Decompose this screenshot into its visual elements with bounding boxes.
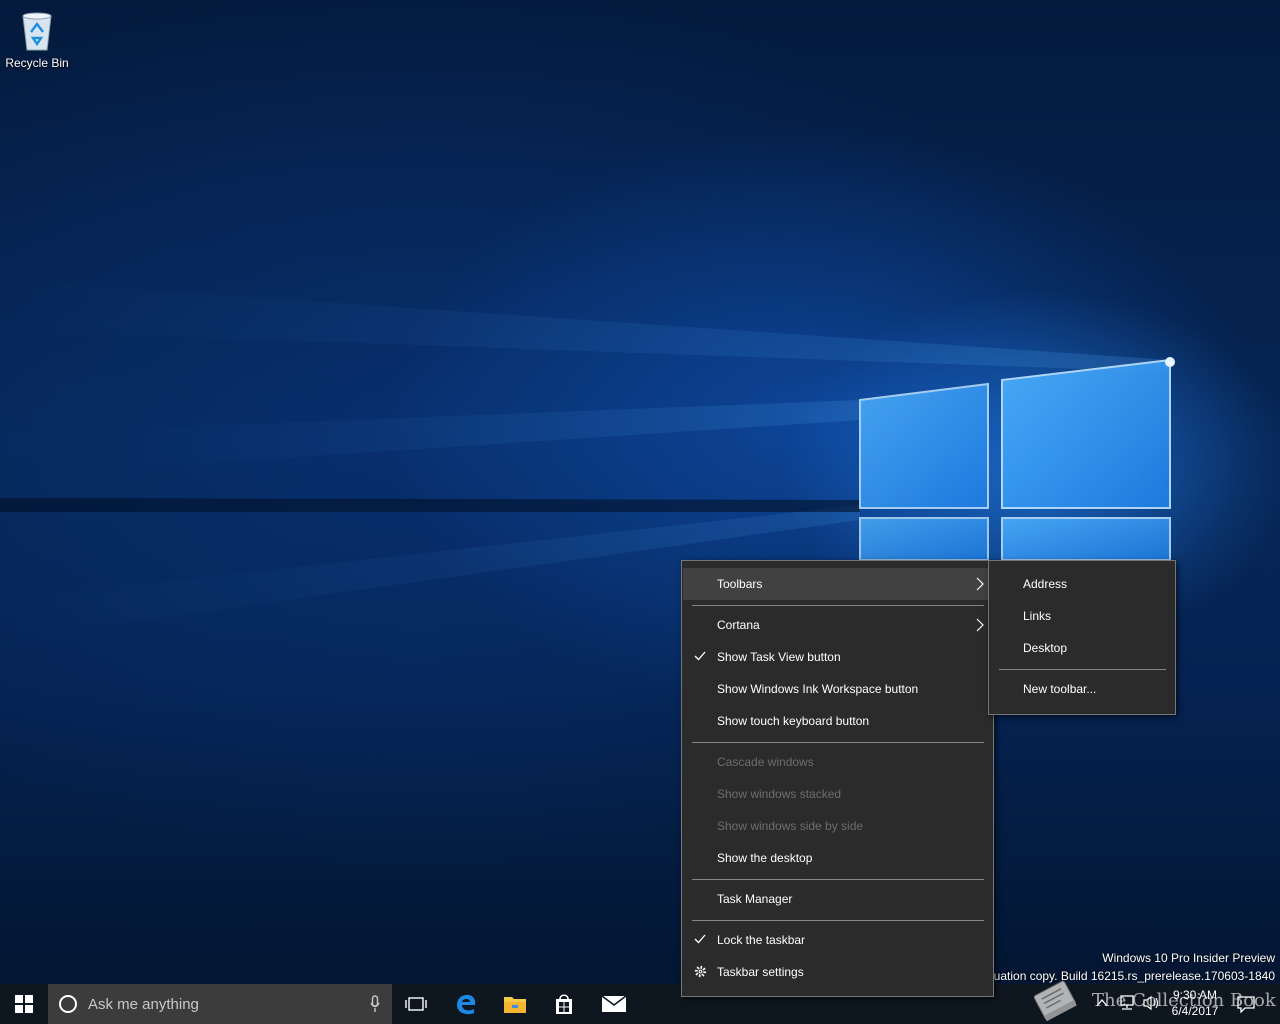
toolbars-submenu: Address Links Desktop New toolbar... bbox=[988, 560, 1176, 715]
mail-button[interactable] bbox=[590, 984, 638, 1024]
desktop[interactable]: Recycle Bin Windows 10 Pro Insider Previ… bbox=[0, 0, 1280, 984]
submenu-item-links-label: Links bbox=[1023, 609, 1052, 623]
menu-item-show-ink-workspace[interactable]: Show Windows Ink Workspace button bbox=[683, 673, 992, 705]
menu-separator bbox=[692, 605, 984, 606]
menu-item-taskbar-settings[interactable]: Taskbar settings bbox=[683, 956, 992, 988]
menu-item-cascade-windows-label: Cascade windows bbox=[717, 755, 814, 769]
menu-item-windows-side-by-side: Show windows side by side bbox=[683, 810, 992, 842]
chevron-up-icon[interactable] bbox=[1095, 996, 1109, 1010]
start-icon bbox=[15, 995, 33, 1013]
network-icon[interactable] bbox=[1118, 995, 1136, 1011]
task-view-icon bbox=[405, 997, 427, 1011]
menu-item-show-ink-workspace-label: Show Windows Ink Workspace button bbox=[717, 682, 919, 696]
microphone-icon[interactable] bbox=[370, 995, 380, 1013]
task-view-button[interactable] bbox=[392, 984, 440, 1024]
menu-item-cortana[interactable]: Cortana bbox=[683, 609, 992, 641]
menu-item-show-desktop[interactable]: Show the desktop bbox=[683, 842, 992, 874]
menu-item-lock-taskbar-label: Lock the taskbar bbox=[717, 933, 806, 947]
edge-icon bbox=[457, 994, 476, 1015]
clock-date: 6/4/2017 bbox=[1171, 1004, 1219, 1018]
clock-time: 9:30 AM bbox=[1172, 988, 1218, 1002]
menu-item-task-manager[interactable]: Task Manager bbox=[683, 883, 992, 915]
gear-icon bbox=[694, 965, 707, 978]
submenu-item-new-toolbar-label: New toolbar... bbox=[1023, 682, 1097, 696]
submenu-item-new-toolbar[interactable]: New toolbar... bbox=[990, 673, 1174, 705]
search-box[interactable]: Ask me anything bbox=[48, 984, 392, 1024]
search-input[interactable]: Ask me anything bbox=[88, 996, 199, 1013]
menu-item-task-manager-label: Task Manager bbox=[717, 892, 793, 906]
watermark-edition: Windows 10 Pro Insider Preview bbox=[1102, 951, 1275, 965]
menu-separator bbox=[692, 920, 984, 921]
menu-separator bbox=[999, 669, 1166, 670]
menu-item-windows-stacked-label: Show windows stacked bbox=[717, 787, 842, 801]
file-explorer-icon bbox=[504, 997, 526, 1013]
menu-separator bbox=[692, 879, 984, 880]
submenu-item-desktop-label: Desktop bbox=[1023, 641, 1068, 655]
cortana-icon bbox=[59, 995, 77, 1013]
file-explorer-button[interactable] bbox=[491, 984, 539, 1024]
menu-item-lock-taskbar[interactable]: Lock the taskbar bbox=[683, 924, 992, 956]
menu-item-cascade-windows: Cascade windows bbox=[683, 746, 992, 778]
checkmark-icon bbox=[694, 934, 706, 944]
menu-item-toolbars[interactable]: Toolbars bbox=[683, 568, 992, 600]
taskbar-context-menu: Toolbars Cortana Show Task View button S… bbox=[681, 560, 994, 997]
wallpaper bbox=[0, 280, 1175, 640]
submenu-item-address[interactable]: Address bbox=[990, 568, 1174, 600]
menu-item-show-touch-keyboard-label: Show touch keyboard button bbox=[717, 714, 870, 728]
menu-item-windows-stacked: Show windows stacked bbox=[683, 778, 992, 810]
chevron-right-icon bbox=[976, 618, 984, 632]
recycle-bin[interactable]: Recycle Bin bbox=[4, 8, 70, 70]
submenu-item-links[interactable]: Links bbox=[990, 600, 1174, 632]
volume-icon[interactable] bbox=[1143, 995, 1161, 1011]
menu-item-windows-side-by-side-label: Show windows side by side bbox=[717, 819, 864, 833]
chevron-right-icon bbox=[976, 577, 984, 591]
store-icon bbox=[556, 994, 572, 1014]
start-button[interactable] bbox=[0, 984, 48, 1024]
menu-item-taskbar-settings-label: Taskbar settings bbox=[717, 965, 804, 979]
clock[interactable]: 9:30 AM 6/4/2017 bbox=[1166, 987, 1224, 1019]
mail-icon bbox=[601, 995, 627, 1012]
edge-button[interactable] bbox=[442, 984, 490, 1024]
menu-item-show-task-view[interactable]: Show Task View button bbox=[683, 641, 992, 673]
taskbar[interactable]: Ask me anything 9:30 AM 6/4/2017 bbox=[0, 984, 1280, 1024]
watermark-build: Evaluation copy. Build 16215.rs_prerelea… bbox=[970, 969, 1275, 983]
checkmark-icon bbox=[694, 651, 706, 661]
submenu-item-desktop[interactable]: Desktop bbox=[990, 632, 1174, 664]
store-button[interactable] bbox=[540, 984, 588, 1024]
menu-item-toolbars-label: Toolbars bbox=[717, 577, 763, 591]
menu-item-show-touch-keyboard[interactable]: Show touch keyboard button bbox=[683, 705, 992, 737]
recycle-bin-icon bbox=[22, 12, 52, 51]
menu-item-cortana-label: Cortana bbox=[717, 618, 760, 632]
submenu-item-address-label: Address bbox=[1023, 577, 1068, 591]
recycle-bin-label: Recycle Bin bbox=[5, 56, 69, 70]
menu-item-show-desktop-label: Show the desktop bbox=[717, 851, 813, 865]
menu-separator bbox=[692, 742, 984, 743]
notification-icon[interactable] bbox=[1237, 995, 1255, 1013]
menu-item-show-task-view-label: Show Task View button bbox=[717, 650, 841, 664]
